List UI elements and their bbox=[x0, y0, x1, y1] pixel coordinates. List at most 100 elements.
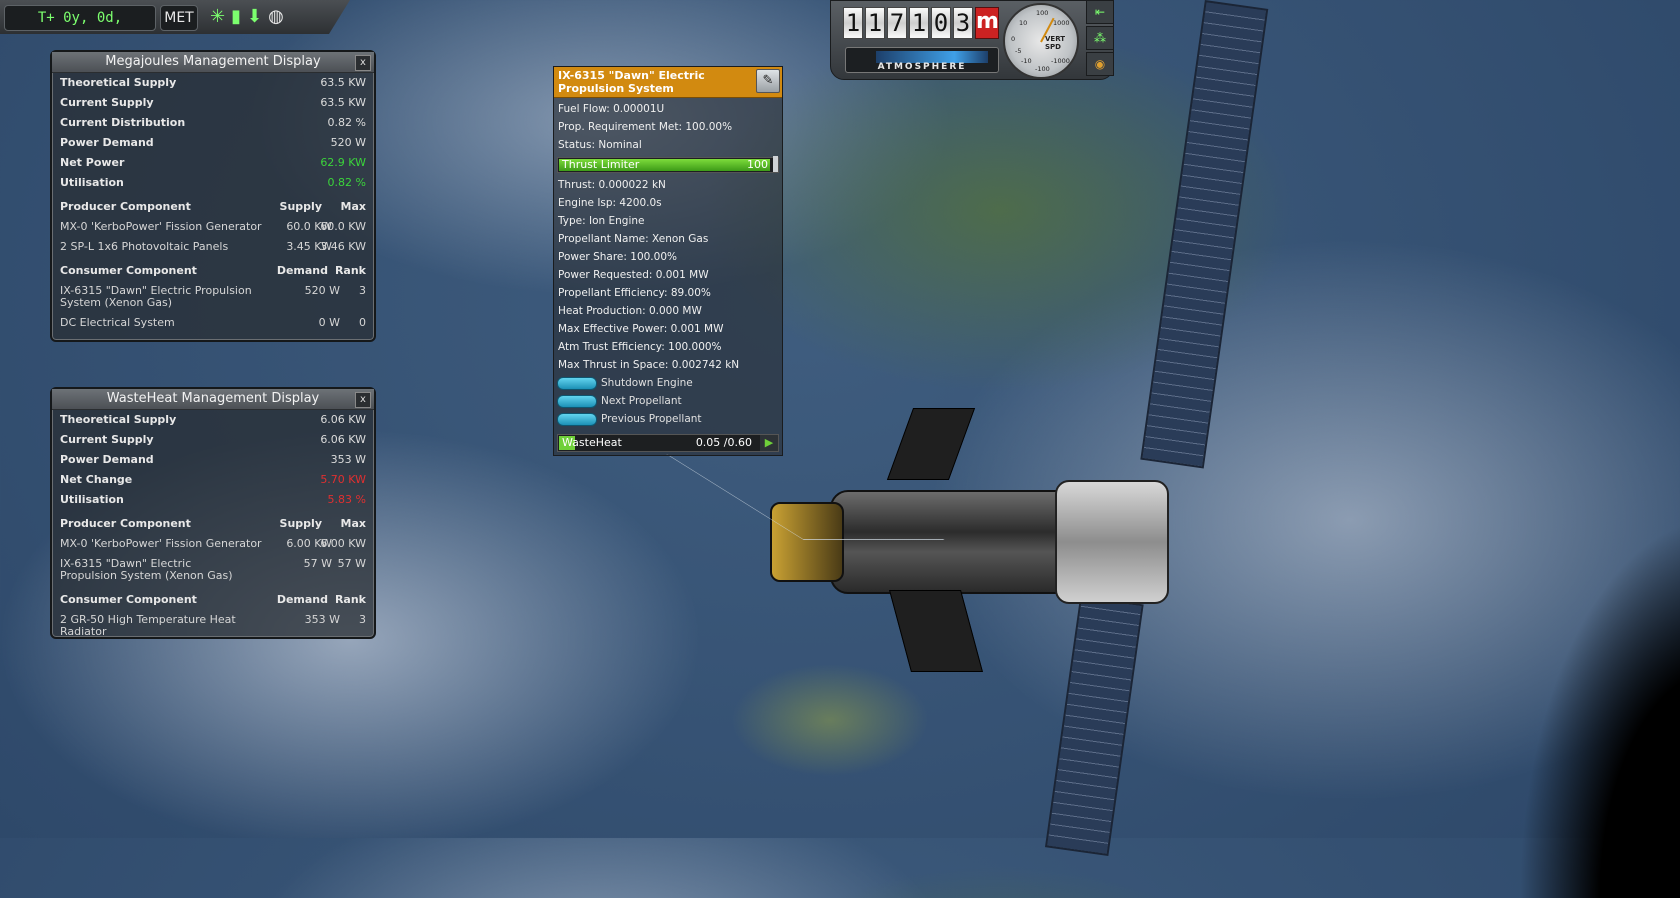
stat-row: Power Demand 520 W bbox=[52, 133, 374, 153]
component-demand: 353 W bbox=[304, 613, 340, 626]
table-row: DC Electrical System 0 W 0 bbox=[52, 313, 374, 333]
stat-row: Net Change 5.70 KW bbox=[52, 470, 374, 490]
action-pill[interactable] bbox=[557, 412, 597, 426]
thrust-limiter-label: Thrust Limiter bbox=[562, 158, 640, 171]
component-name: MX-0 'KerboPower' Fission Generator bbox=[60, 537, 262, 550]
wasteheat-panel: WasteHeat Management Display x Theoretic… bbox=[50, 387, 376, 639]
consumer-header: Consumer Component Demand Rank bbox=[52, 261, 374, 281]
altimeter-digit: 1 bbox=[843, 7, 863, 39]
solar-panel-lower bbox=[1044, 595, 1144, 856]
dial-tick: 1000 bbox=[1053, 19, 1070, 27]
met-bar: T+ 0y, 0d, 00:42:11 MET ✳ ▮ ⬇ ◍ bbox=[0, 0, 350, 34]
stat-label: Net Change bbox=[60, 473, 133, 486]
pin-icon[interactable]: ✎ bbox=[756, 69, 780, 93]
stat-value: 62.9 KW bbox=[320, 156, 366, 169]
vertical-speed-dial: 100 1000 10 -5 -10 -100 -1000 0 VERT SPD bbox=[1003, 3, 1079, 79]
altimeter-unit: m bbox=[975, 7, 999, 39]
engine-info: Fuel Flow: 0.00001U bbox=[558, 103, 665, 115]
shutdown-engine-button[interactable]: Shutdown Engine bbox=[554, 374, 782, 392]
altimeter-digit: 3 bbox=[953, 7, 973, 39]
stat-value: 6.06 KW bbox=[320, 433, 366, 446]
table-row: MX-0 'KerboPower' Fission Generator 60.0… bbox=[52, 217, 374, 237]
col-header: Producer Component bbox=[60, 517, 191, 530]
stat-label: Utilisation bbox=[60, 493, 124, 506]
staging-icon[interactable]: ⁂ bbox=[1086, 26, 1114, 50]
megajoules-title: Megajoules Management Display bbox=[52, 52, 374, 73]
landing-gear-icon[interactable]: ⇤ bbox=[1086, 0, 1114, 24]
engine-info: Type: Ion Engine bbox=[558, 215, 645, 227]
stat-row: Current Distribution 0.82 % bbox=[52, 113, 374, 133]
dial-tick: 10 bbox=[1019, 19, 1028, 27]
wasteheat-resource-bar: WasteHeat 0.05 /0.60 ▶ bbox=[557, 434, 779, 452]
dial-tick: -5 bbox=[1015, 47, 1022, 55]
altimeter-digit: 1 bbox=[865, 7, 885, 39]
col-header: Rank bbox=[334, 264, 366, 277]
dial-label-spd: SPD bbox=[1045, 43, 1061, 51]
thrust-limiter-slider[interactable]: Thrust Limiter 100 bbox=[557, 156, 779, 173]
table-row: MX-0 'KerboPower' Fission Generator 6.00… bbox=[52, 534, 374, 554]
globe-icon[interactable]: ◍ bbox=[268, 6, 284, 28]
col-header: Max bbox=[340, 200, 366, 213]
component-name: IX-6315 "Dawn" Electric Propulsion Syste… bbox=[60, 284, 252, 309]
megajoules-panel: Megajoules Management Display x Theoreti… bbox=[50, 50, 376, 342]
slider-handle[interactable] bbox=[773, 156, 778, 172]
met-toggle-button[interactable]: MET bbox=[160, 5, 198, 31]
close-icon[interactable]: x bbox=[355, 392, 371, 408]
stat-value: 63.5 KW bbox=[320, 76, 366, 89]
engine-title: IX-6315 "Dawn" Electric Propulsion Syste… bbox=[554, 67, 782, 98]
stat-label: Current Distribution bbox=[60, 116, 186, 129]
engine-info: Status: Nominal bbox=[558, 139, 642, 151]
stat-row: Utilisation 0.82 % bbox=[52, 173, 374, 193]
dial-tick: 0 bbox=[1011, 35, 1016, 43]
stat-label: Utilisation bbox=[60, 176, 124, 189]
stat-value: 353 W bbox=[330, 453, 366, 466]
dial-tick: -10 bbox=[1021, 57, 1032, 65]
component-rank: 0 bbox=[359, 316, 366, 329]
spacecraft[interactable] bbox=[760, 0, 1269, 856]
stat-value: 520 W bbox=[330, 136, 366, 149]
previous-propellant-button[interactable]: Previous Propellant bbox=[554, 410, 782, 428]
col-header: Rank bbox=[334, 593, 366, 606]
producer-header: Producer Component Supply Max bbox=[52, 514, 374, 534]
signal-icon[interactable]: ▮ bbox=[231, 6, 241, 28]
stat-value: 0.82 % bbox=[327, 116, 366, 129]
met-clock: T+ 0y, 0d, 00:42:11 bbox=[4, 5, 156, 31]
table-row: 2 SP-L 1x6 Photovoltaic Panels 3.45 KW 3… bbox=[52, 237, 374, 257]
stat-label: Current Supply bbox=[60, 433, 154, 446]
wasteheat-value: 0.05 /0.60 bbox=[695, 436, 752, 449]
dial-tick: -1000 bbox=[1051, 57, 1070, 65]
engine-info: Thrust: 0.000022 kN bbox=[558, 179, 666, 191]
altimeter-digit: 0 bbox=[931, 7, 951, 39]
col-header: Producer Component bbox=[60, 200, 191, 213]
stat-value: 5.83 % bbox=[327, 493, 366, 506]
antenna-icon[interactable]: ✳ bbox=[210, 6, 225, 28]
warning-icon[interactable]: ◉ bbox=[1086, 52, 1114, 76]
stat-row: Theoretical Supply 6.06 KW bbox=[52, 410, 374, 430]
col-header: Supply bbox=[279, 517, 322, 530]
next-propellant-button[interactable]: Next Propellant bbox=[554, 392, 782, 410]
transfer-arrow-icon[interactable]: ▶ bbox=[760, 435, 778, 451]
engine-info: Max Effective Power: 0.001 MW bbox=[558, 323, 724, 335]
col-header: Max bbox=[340, 517, 366, 530]
stat-row: Power Demand 353 W bbox=[52, 450, 374, 470]
action-label: Shutdown Engine bbox=[601, 377, 693, 389]
col-header: Consumer Component bbox=[60, 264, 197, 277]
atmosphere-gauge: ATMOSPHERE bbox=[845, 47, 999, 73]
engine-info: Max Thrust in Space: 0.002742 kN bbox=[558, 359, 740, 371]
dial-tick: 100 bbox=[1036, 9, 1049, 17]
engine-info: Engine Isp: 4200.0s bbox=[558, 197, 662, 209]
component-demand: 520 W bbox=[304, 284, 340, 297]
close-icon[interactable]: x bbox=[355, 55, 371, 71]
radiator-fin-lower bbox=[889, 590, 983, 672]
engine-info: Propellant Name: Xenon Gas bbox=[558, 233, 709, 245]
engine-info: Atm Trust Efficiency: 100.000% bbox=[558, 341, 722, 353]
col-header: Demand bbox=[276, 264, 328, 277]
action-pill[interactable] bbox=[557, 394, 597, 408]
deep-space bbox=[1460, 478, 1680, 898]
dial-label-vert: VERT bbox=[1045, 35, 1066, 43]
component-name: 2 GR-50 High Temperature Heat Radiator bbox=[60, 613, 236, 638]
download-icon[interactable]: ⬇ bbox=[247, 6, 262, 28]
stat-label: Power Demand bbox=[60, 136, 154, 149]
action-pill[interactable] bbox=[557, 376, 597, 390]
stat-row: Net Power 62.9 KW bbox=[52, 153, 374, 173]
